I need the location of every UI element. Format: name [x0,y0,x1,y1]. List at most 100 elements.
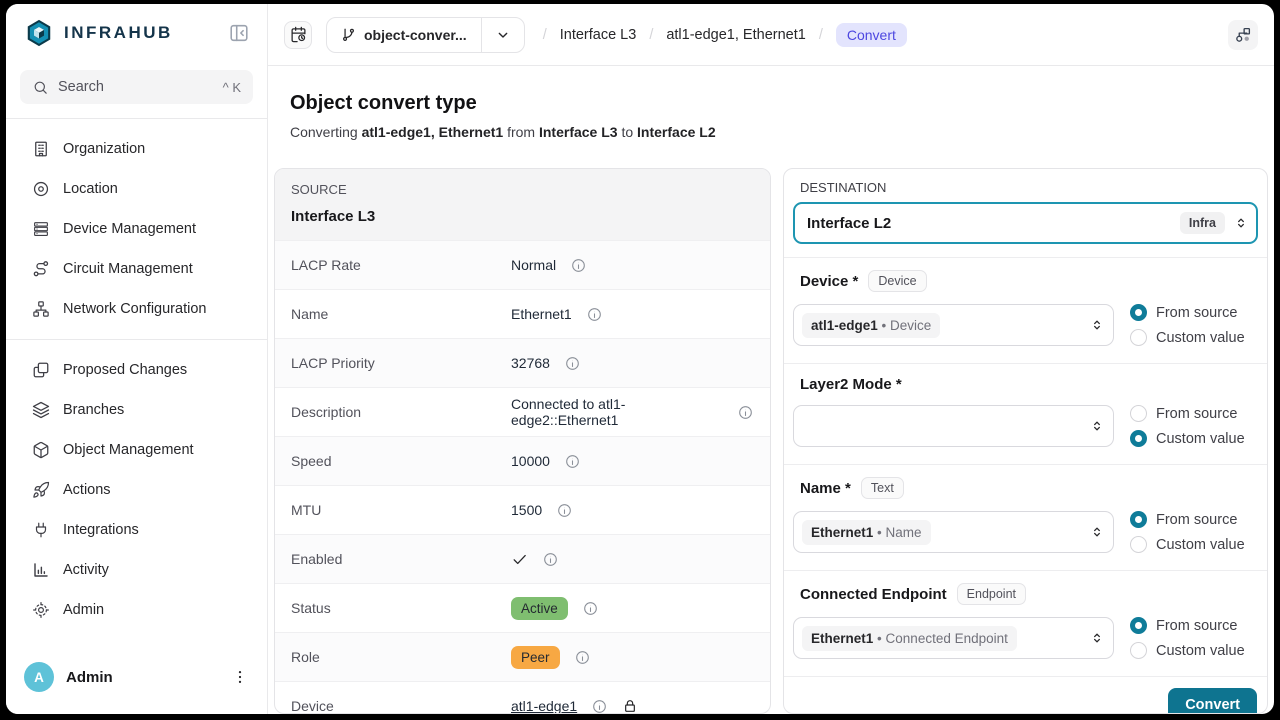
radio-label: From source [1156,512,1237,528]
sidebar-item-label: Location [63,181,118,197]
row-value: Ethernet1 [511,306,572,322]
radio-custom-value[interactable]: Custom value [1130,430,1258,447]
app-title: INFRAHUB [64,23,173,43]
radio-from-source[interactable]: From source [1130,405,1258,422]
selected-value-pill: Ethernet1 • Name [802,520,931,545]
select-stepper-icon [1089,524,1105,540]
schema-diagram-icon [1234,26,1252,44]
info-icon[interactable] [737,404,754,421]
info-icon[interactable] [564,453,581,470]
radio-custom-value[interactable]: Custom value [1130,642,1258,659]
subtitle-to: to [621,124,633,140]
network-icon [32,300,50,318]
search-icon [32,79,49,96]
radio-custom-value[interactable]: Custom value [1130,329,1258,346]
branch-selector[interactable]: object-conver... [326,17,525,53]
table-row: Status Active [275,583,770,632]
field-kind-badge: Text [861,477,904,499]
info-icon[interactable] [574,649,591,666]
table-row: Name Ethernet1 [275,289,770,338]
sidebar-item-device-management[interactable]: Device Management [18,209,255,249]
gear-icon [32,601,50,619]
schema-button[interactable] [1228,20,1258,50]
radio-label: Custom value [1156,643,1245,659]
rocket-icon [32,481,50,499]
git-branch-icon [341,27,356,42]
search-shortcut: ^ K [223,80,241,95]
sidebar-item-location[interactable]: Location [18,169,255,209]
select-stepper-icon [1233,215,1249,231]
chevron-down-icon[interactable] [482,27,524,43]
sidebar-item-label: Integrations [63,522,139,538]
destination-panel-label: DESTINATION [793,180,1258,195]
sidebar-item-label: Proposed Changes [63,362,187,378]
time-travel-button[interactable] [284,21,312,49]
sidebar-item-integrations[interactable]: Integrations [18,510,255,550]
branch-selector-value: object-conver... [364,27,467,43]
row-label: Name [291,306,511,322]
field-connected-endpoint: Connected Endpoint Endpoint Ethernet1 • … [784,570,1267,676]
sidebar-item-branches[interactable]: Branches [18,390,255,430]
layer2-mode-select[interactable] [793,405,1114,447]
info-icon[interactable] [556,502,573,519]
source-rows: LACP Rate Normal Name Ethernet1 LACP Pri… [275,240,770,714]
radio-label: From source [1156,305,1237,321]
radio-label: From source [1156,618,1237,634]
sidebar-item-activity[interactable]: Activity [18,550,255,590]
subtitle-source-kind: Interface L3 [539,124,618,140]
map-pin-icon [32,180,50,198]
breadcrumb-item-object[interactable]: atl1-edge1, Ethernet1 [666,27,805,43]
sidebar-item-proposed-changes[interactable]: Proposed Changes [18,350,255,390]
search-input[interactable]: Search ^ K [20,70,253,104]
sidebar-item-label: Device Management [63,221,196,237]
subtitle-prefix: Converting [290,124,358,140]
select-stepper-icon [1089,630,1105,646]
row-label: LACP Priority [291,355,511,371]
table-row: LACP Priority 32768 [275,338,770,387]
radio-from-source[interactable]: From source [1130,304,1258,321]
kebab-menu-icon[interactable] [231,668,249,686]
convert-button[interactable]: Convert [1168,688,1257,714]
field-name: Device * [800,273,858,290]
info-icon[interactable] [591,698,608,715]
sidebar-item-label: Admin [63,602,104,618]
device-select[interactable]: atl1-edge1 • Device [793,304,1114,346]
sidebar-item-circuit-management[interactable]: Circuit Management [18,249,255,289]
layer2-mode-source-radios: From source Custom value [1130,405,1258,447]
row-label: Role [291,649,511,665]
destination-kind-select[interactable]: Interface L2 Infra [793,202,1258,244]
row-label: Status [291,600,511,616]
sidebar-item-admin[interactable]: Admin [18,590,255,630]
breadcrumb-item-interface-l3[interactable]: Interface L3 [560,27,637,43]
required-mark: * [853,273,859,290]
connected-endpoint-select[interactable]: Ethernet1 • Connected Endpoint [793,617,1114,659]
sidebar-item-label: Actions [63,482,111,498]
field-name-section: Name * Text Ethernet1 • Name From source… [784,464,1267,570]
info-icon[interactable] [586,306,603,323]
server-icon [32,220,50,238]
sidebar-item-object-management[interactable]: Object Management [18,430,255,470]
selected-value-pill: Ethernet1 • Connected Endpoint [802,626,1017,651]
radio-custom-value[interactable]: Custom value [1130,536,1258,553]
breadcrumb-separator: / [649,27,653,43]
info-icon[interactable] [582,600,599,617]
breadcrumb: / Interface L3 / atl1-edge1, Ethernet1 /… [543,23,907,47]
layers-icon [32,401,50,419]
topbar: object-conver... / Interface L3 / atl1-e… [268,4,1274,66]
radio-from-source[interactable]: From source [1130,511,1258,528]
info-icon[interactable] [570,257,587,274]
name-select[interactable]: Ethernet1 • Name [793,511,1114,553]
info-icon[interactable] [542,551,559,568]
status-badge: Active [511,597,568,620]
sidebar-collapse-icon[interactable] [227,21,251,45]
sidebar-item-actions[interactable]: Actions [18,470,255,510]
sidebar-item-organization[interactable]: Organization [18,129,255,169]
info-icon[interactable] [564,355,581,372]
avatar[interactable]: A [24,662,54,692]
calendar-clock-icon [290,26,307,43]
radio-from-source[interactable]: From source [1130,617,1258,634]
main-area: object-conver... / Interface L3 / atl1-e… [268,4,1274,714]
device-link[interactable]: atl1-edge1 [511,698,577,714]
user-name: Admin [66,669,113,686]
sidebar-item-network-configuration[interactable]: Network Configuration [18,289,255,329]
